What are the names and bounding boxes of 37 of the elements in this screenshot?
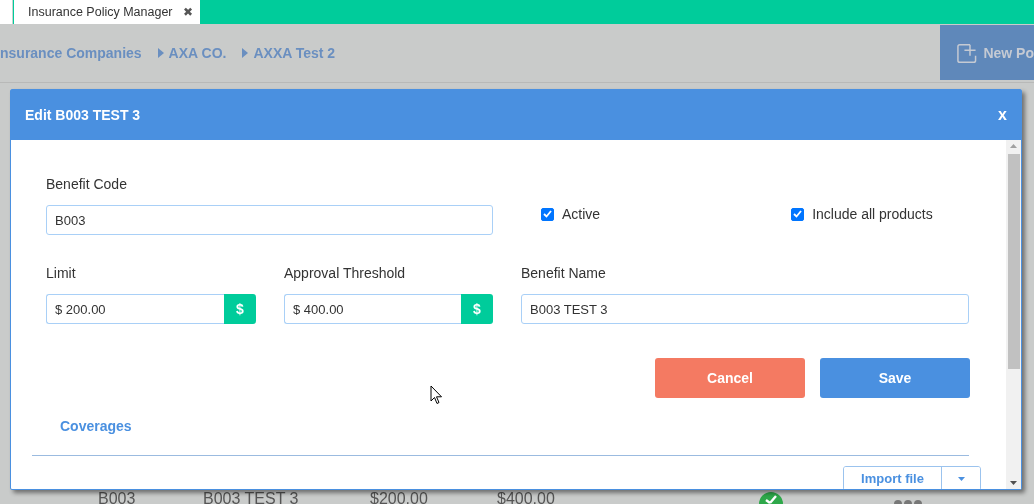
new-policy-button[interactable]: New Po [940,25,1034,80]
close-button[interactable]: x [998,106,1007,124]
amount-field[interactable]: $ 400.00 [284,294,461,324]
more-icon[interactable] [894,498,922,504]
close-tab-icon[interactable]: ✖ [182,5,193,19]
triangle-icon [157,48,164,58]
field-label: Benefit Code [46,176,128,192]
save-button[interactable]: Save [820,358,970,398]
checkbox-label: Active [562,206,601,222]
breadcrumb-link[interactable]: nsurance Companies [0,45,142,61]
scrollbar[interactable] [1006,140,1021,489]
field-label: Benefit Name [521,265,607,281]
section-tab[interactable]: Coverages [46,418,132,434]
scroll-down-icon[interactable] [1010,481,1017,485]
field-label: Limit [46,265,77,281]
dialog-title: Edit B003 TEST 3 [25,107,141,123]
breadcrumb-link[interactable]: AXA CO. [168,45,227,61]
currency-addon: $ [461,294,493,324]
scroll-up-icon[interactable] [1010,144,1017,148]
table-cell: B003 [98,490,136,504]
add-square-icon [957,41,978,64]
triangle-icon [242,48,249,58]
field-label: Approval Threshold [284,265,407,281]
breadcrumb-link[interactable]: AXXA Test 2 [253,45,336,61]
currency-addon: $ [224,294,256,324]
import-file-button[interactable]: Import file [844,467,942,489]
amount-field[interactable]: $ 200.00 [46,294,224,324]
checkbox[interactable] [791,207,805,221]
checkbox-label: Include all products [812,206,933,222]
caret-icon [957,476,965,481]
benefit-code-field[interactable]: B003 [46,205,493,235]
app-tab[interactable]: Insurance Policy Manager ✖ [14,0,200,24]
cursor-icon [430,385,443,405]
cancel-button[interactable]: Cancel [655,358,805,398]
benefit-name-field[interactable]: B003 TEST 3 [521,294,969,324]
checkbox[interactable] [541,207,554,221]
table-cell: B003 TEST 3 [203,490,299,504]
